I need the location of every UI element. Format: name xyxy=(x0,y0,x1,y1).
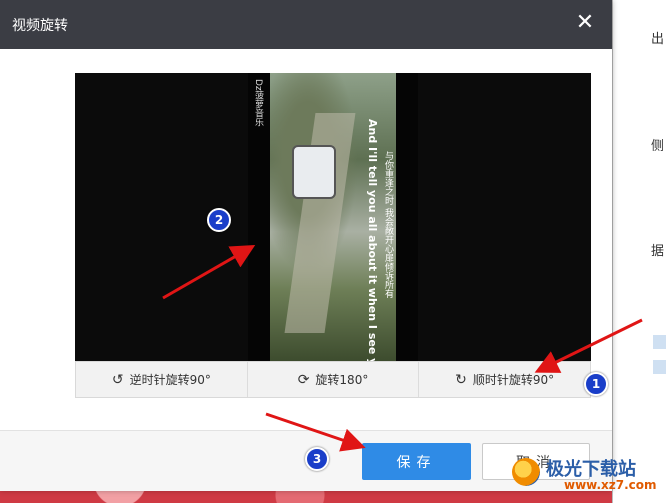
annotation-badge-3: 3 xyxy=(305,447,329,471)
video-frame: Dz菠萝音乐 And I'll tell you all about it wh… xyxy=(248,73,418,361)
rotate-left-icon: ↺ xyxy=(111,371,124,388)
channel-logo: Dz菠萝音乐 xyxy=(253,79,263,127)
rotate-180-label: 旋转180° xyxy=(315,373,369,387)
rotate-toolbar: ↺ 逆时针旋转90° ⟳ 旋转180° ↻ 顺时针旋转90° xyxy=(75,361,591,398)
subtitle-english: And I'll tell you all about it when I se… xyxy=(366,119,379,361)
background-window: 出 侧 据 xyxy=(612,0,666,503)
video-rotate-dialog: 视频旋转 ✕ Dz菠萝音乐 And I'll tell you all abou… xyxy=(0,0,612,491)
background-chunk xyxy=(653,360,666,374)
rotate-180-button[interactable]: ⟳ 旋转180° xyxy=(248,362,420,397)
rotate-counterclockwise-button[interactable]: ↺ 逆时针旋转90° xyxy=(76,362,248,397)
rotate-counterclockwise-label: 逆时针旋转90° xyxy=(129,373,211,387)
subtitle-chinese: 与你重逢之时 我会敞开心扉倾诉所有 xyxy=(383,151,393,298)
rotate-clockwise-button[interactable]: ↻ 顺时针旋转90° xyxy=(419,362,590,397)
background-text: 出 xyxy=(651,32,665,47)
background-text: 据 xyxy=(651,244,665,259)
background-chunk xyxy=(653,335,666,349)
annotation-badge-2: 2 xyxy=(207,208,231,232)
save-button[interactable]: 保存 xyxy=(362,443,471,480)
background-text: 侧 xyxy=(651,139,665,154)
watermark: 极光下载站 www.xz7.com xyxy=(512,456,662,496)
close-icon[interactable]: ✕ xyxy=(572,10,598,36)
rotate-right-icon: ↻ xyxy=(455,371,467,388)
refresh-icon: ⟳ xyxy=(297,371,310,388)
dialog-title: 视频旋转 xyxy=(12,18,68,34)
video-left-strip: Dz菠萝音乐 xyxy=(248,73,270,361)
annotation-badge-1: 1 xyxy=(584,372,608,396)
dialog-titlebar: 视频旋转 ✕ xyxy=(0,0,612,49)
video-right-strip xyxy=(396,73,418,361)
van-shape xyxy=(292,145,336,199)
watermark-url: www.xz7.com xyxy=(564,478,657,492)
rotate-clockwise-label: 顺时针旋转90° xyxy=(472,373,555,387)
watermark-logo-icon xyxy=(512,458,540,486)
video-preview: Dz菠萝音乐 And I'll tell you all about it wh… xyxy=(75,73,591,361)
